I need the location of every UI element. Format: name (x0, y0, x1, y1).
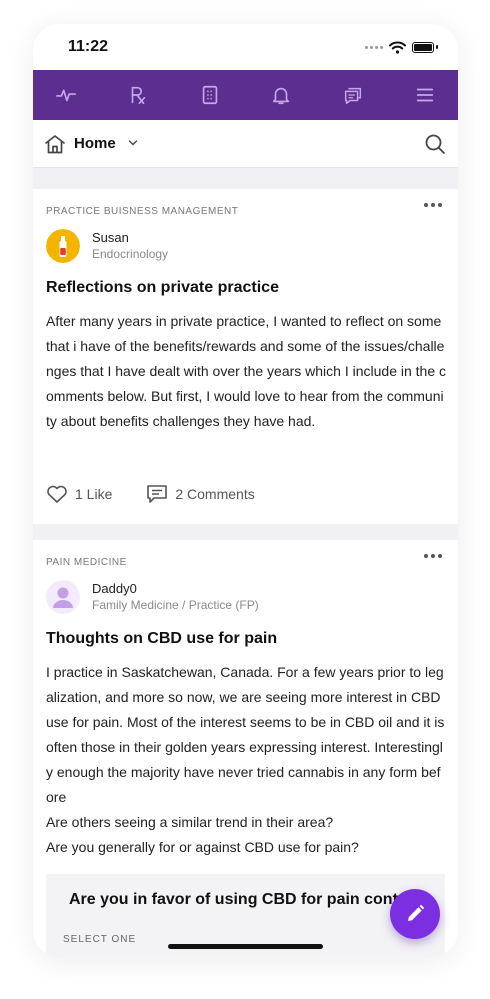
top-nav-bar (33, 70, 458, 120)
chevron-down-icon[interactable] (128, 139, 138, 147)
heart-icon (47, 485, 67, 503)
compose-button[interactable] (390, 889, 440, 939)
avatar[interactable] (46, 229, 80, 263)
wifi-icon (389, 41, 406, 54)
activity-icon[interactable] (53, 82, 79, 108)
author-name[interactable]: Daddy0 (92, 581, 137, 596)
avatar[interactable] (46, 580, 80, 614)
rx-icon[interactable] (125, 82, 151, 108)
post-category: PAIN MEDICINE (46, 557, 127, 568)
battery-icon (412, 41, 434, 53)
search-icon[interactable] (424, 133, 446, 155)
pencil-icon (408, 904, 425, 921)
bell-icon[interactable] (268, 82, 294, 108)
comment-count: 2 Comments (175, 486, 255, 502)
author-specialty: Endocrinology (92, 247, 169, 261)
menu-icon[interactable] (412, 82, 438, 108)
more-options-icon[interactable] (424, 203, 442, 209)
home-icon[interactable] (44, 134, 66, 154)
poll-question: Are you in favor of using CBD for pain c… (69, 891, 429, 908)
post-actions: 1 Like 2 Comments (46, 483, 289, 505)
post-body: After many years in private practice, I … (46, 313, 447, 429)
post-card[interactable]: PAIN MEDICINE Daddy0 Family Medicine / P… (33, 540, 458, 957)
more-options-icon[interactable] (424, 554, 442, 560)
like-count: 1 Like (75, 486, 113, 502)
messages-icon[interactable] (340, 82, 366, 108)
post-card[interactable]: PRACTICE BUISNESS MANAGEMENT Susan Endoc… (33, 189, 458, 524)
signal-icon (365, 45, 383, 49)
comment-icon (147, 485, 168, 503)
comments-button[interactable]: 2 Comments (146, 484, 255, 504)
home-indicator (168, 944, 323, 949)
post-title[interactable]: Reflections on private practice (46, 279, 279, 297)
status-bar: 11:22 (33, 24, 458, 70)
status-time: 11:22 (68, 38, 109, 55)
post-body: I practice in Saskatchewan, Canada. For … (46, 664, 445, 855)
post-category: PRACTICE BUISNESS MANAGEMENT (46, 206, 239, 217)
phone-frame: 11:22 Home PRACTICE BUISNESS MANAGEMENT … (33, 24, 458, 957)
document-icon[interactable] (197, 82, 223, 108)
author-name[interactable]: Susan (92, 230, 129, 245)
poll-select-hint: SELECT ONE (63, 934, 137, 945)
post-title[interactable]: Thoughts on CBD use for pain (46, 630, 277, 648)
home-dropdown-label[interactable]: Home (74, 135, 116, 152)
author-specialty: Family Medicine / Practice (FP) (92, 598, 259, 612)
status-icons (365, 39, 438, 55)
home-selector-bar: Home (33, 120, 458, 168)
like-button[interactable]: 1 Like (46, 484, 112, 504)
